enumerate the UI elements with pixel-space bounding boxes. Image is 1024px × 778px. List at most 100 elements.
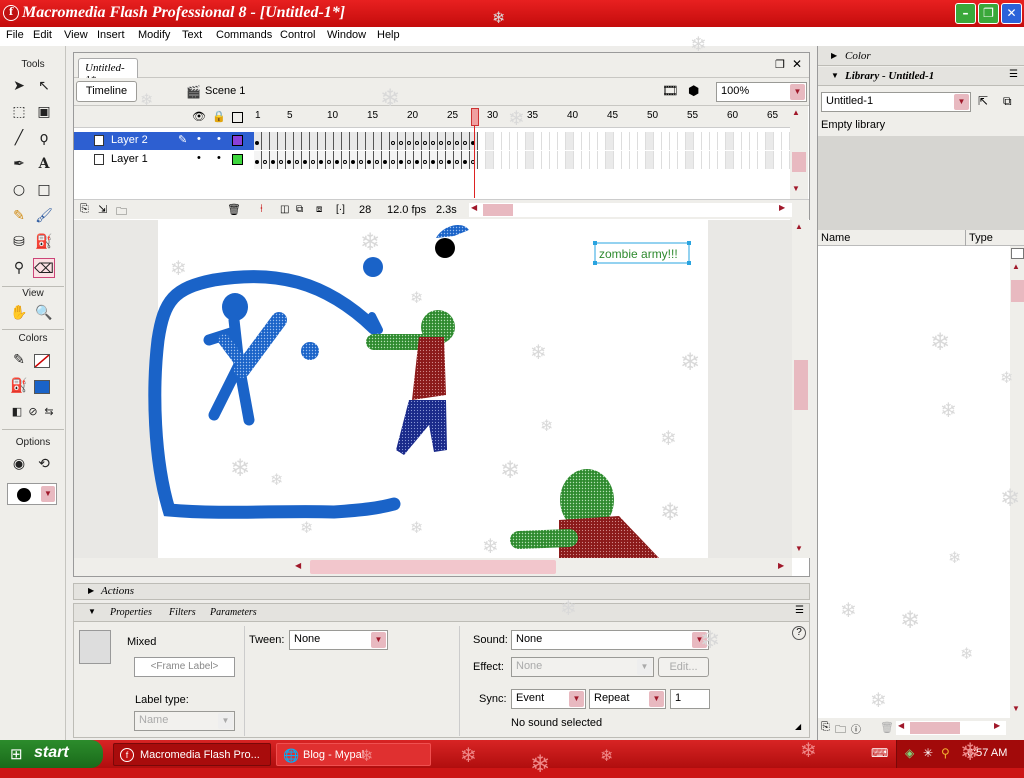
outline-color-icon[interactable] xyxy=(232,135,243,146)
frame-cell[interactable] xyxy=(318,132,326,150)
frame-cell[interactable] xyxy=(318,151,326,169)
frame-cell[interactable] xyxy=(430,151,438,169)
scroll-left-icon[interactable]: ◀ xyxy=(898,721,904,730)
frame-cell[interactable] xyxy=(750,151,758,169)
menu-file[interactable]: File xyxy=(6,29,24,41)
frame-cell[interactable] xyxy=(606,151,614,169)
object-drawing-icon[interactable]: ◉ xyxy=(8,454,30,474)
close-button[interactable]: ✕ xyxy=(1001,3,1022,24)
frame-cell[interactable] xyxy=(678,132,686,150)
frame-cell[interactable] xyxy=(742,151,750,169)
lasso-tool-icon[interactable]: ϙ xyxy=(33,128,55,148)
frame-cell[interactable] xyxy=(278,151,286,169)
menu-insert[interactable]: Insert xyxy=(97,29,125,41)
menu-window[interactable]: Window xyxy=(327,29,366,41)
scroll-thumb[interactable] xyxy=(794,360,808,410)
onion-skin-icon[interactable]: ◫ xyxy=(280,204,289,215)
scroll-down-icon[interactable]: ▼ xyxy=(792,184,800,193)
stage-vscroll[interactable]: ▲ ▼ xyxy=(792,220,810,558)
frame-cell[interactable] xyxy=(574,151,582,169)
frame-cell[interactable] xyxy=(782,151,790,169)
minimize-button[interactable]: – xyxy=(955,3,976,24)
lock-dot-icon[interactable]: • xyxy=(217,152,221,164)
layer-row[interactable]: Layer 1 • • xyxy=(74,151,254,169)
frame-cell[interactable] xyxy=(502,151,510,169)
frame-cell[interactable] xyxy=(638,151,646,169)
frame-cell[interactable] xyxy=(510,132,518,150)
scroll-right-icon[interactable]: ▶ xyxy=(779,203,785,212)
frame-cell[interactable] xyxy=(550,132,558,150)
scroll-thumb[interactable] xyxy=(483,204,513,216)
pin-library-icon[interactable]: ⇱ xyxy=(978,94,988,108)
layer-name[interactable]: Layer 1 xyxy=(111,153,148,165)
frame-cell[interactable] xyxy=(590,151,598,169)
frame-cell[interactable] xyxy=(486,151,494,169)
frame-cell[interactable] xyxy=(382,132,390,150)
frame-cell[interactable] xyxy=(766,151,774,169)
frame-cell[interactable] xyxy=(526,151,534,169)
oval-tool-icon[interactable]: ○ xyxy=(8,180,30,200)
frame-cell[interactable] xyxy=(294,132,302,150)
line-tool-icon[interactable]: ╱ xyxy=(8,128,30,148)
scroll-left-icon[interactable]: ◀ xyxy=(295,561,301,570)
frame-cell[interactable] xyxy=(382,151,390,169)
frame-cell[interactable] xyxy=(430,132,438,150)
frame-cell[interactable] xyxy=(350,132,358,150)
stage-hscroll[interactable]: ◀ ▶ xyxy=(74,558,792,576)
frame-cell[interactable] xyxy=(654,132,662,150)
timeline-hscroll[interactable]: ◀ ▶ xyxy=(469,203,792,217)
frame-cell[interactable] xyxy=(374,151,382,169)
frame-cell[interactable] xyxy=(486,132,494,150)
frame-cell[interactable] xyxy=(358,151,366,169)
library-document-select[interactable]: Untitled-1 ▼ xyxy=(821,92,971,112)
help-icon[interactable]: ? xyxy=(792,626,806,640)
brush-size-select[interactable]: ▼ xyxy=(7,483,57,505)
frame-cell[interactable] xyxy=(454,132,462,150)
edit-symbols-icon[interactable]: ⬢ xyxy=(688,83,699,99)
lock-dot-icon[interactable]: • xyxy=(217,133,221,145)
stroke-color-swatch[interactable] xyxy=(34,354,50,368)
expand-panel-icon[interactable]: ◢ xyxy=(795,722,801,731)
frame-cell[interactable] xyxy=(446,151,454,169)
frame-cell[interactable] xyxy=(710,132,718,150)
frame-cell[interactable] xyxy=(286,151,294,169)
menu-view[interactable]: View xyxy=(64,29,88,41)
frame-cell[interactable] xyxy=(534,132,542,150)
frame-grid[interactable] xyxy=(254,132,790,169)
frame-cell[interactable] xyxy=(758,132,766,150)
close-doc-icon[interactable]: ✕ xyxy=(792,57,802,71)
eraser-tool-icon[interactable]: ⌫ xyxy=(33,258,55,278)
menu-commands[interactable]: Commands xyxy=(216,29,272,41)
frame-cell[interactable] xyxy=(694,132,702,150)
frame-cell[interactable] xyxy=(262,132,270,150)
lock-icon[interactable]: 🔒 xyxy=(212,110,226,123)
frame-cell[interactable] xyxy=(334,132,342,150)
tray-icon-3[interactable]: ⚲ xyxy=(941,746,950,760)
menu-help[interactable]: Help xyxy=(377,29,400,41)
eye-icon[interactable]: 👁 xyxy=(192,110,206,123)
free-transform-tool-icon[interactable]: ⬚ xyxy=(8,102,30,122)
frame-cell[interactable] xyxy=(366,151,374,169)
frame-cell[interactable] xyxy=(518,132,526,150)
frame-cell[interactable] xyxy=(782,132,790,150)
frame-cell[interactable] xyxy=(582,151,590,169)
frame-cell[interactable] xyxy=(694,151,702,169)
frame-cell[interactable] xyxy=(574,132,582,150)
restore-doc-icon[interactable]: ❐ xyxy=(775,58,785,71)
frame-cell[interactable] xyxy=(702,151,710,169)
pencil-tool-icon[interactable]: ✎ xyxy=(8,206,30,226)
frame-cell[interactable] xyxy=(558,151,566,169)
frame-cell[interactable] xyxy=(622,151,630,169)
frame-cell[interactable] xyxy=(334,151,342,169)
frame-cell[interactable] xyxy=(606,132,614,150)
scroll-left-icon[interactable]: ◀ xyxy=(471,203,477,212)
frame-cell[interactable] xyxy=(662,132,670,150)
sync-select[interactable]: Event ▼ xyxy=(511,689,586,709)
frame-cell[interactable] xyxy=(478,151,486,169)
layer-row[interactable]: Layer 2 ✎ • • xyxy=(74,132,254,150)
edit-scene-icon[interactable]: 🎞 xyxy=(662,83,679,99)
panel-menu-icon[interactable]: ☰ xyxy=(1009,69,1018,80)
zoom-select[interactable]: 100% ▼ xyxy=(716,82,807,102)
actions-panel-header[interactable]: ▶ Actions xyxy=(73,583,810,600)
library-hscroll[interactable]: ◀ ▶ xyxy=(896,721,1006,735)
